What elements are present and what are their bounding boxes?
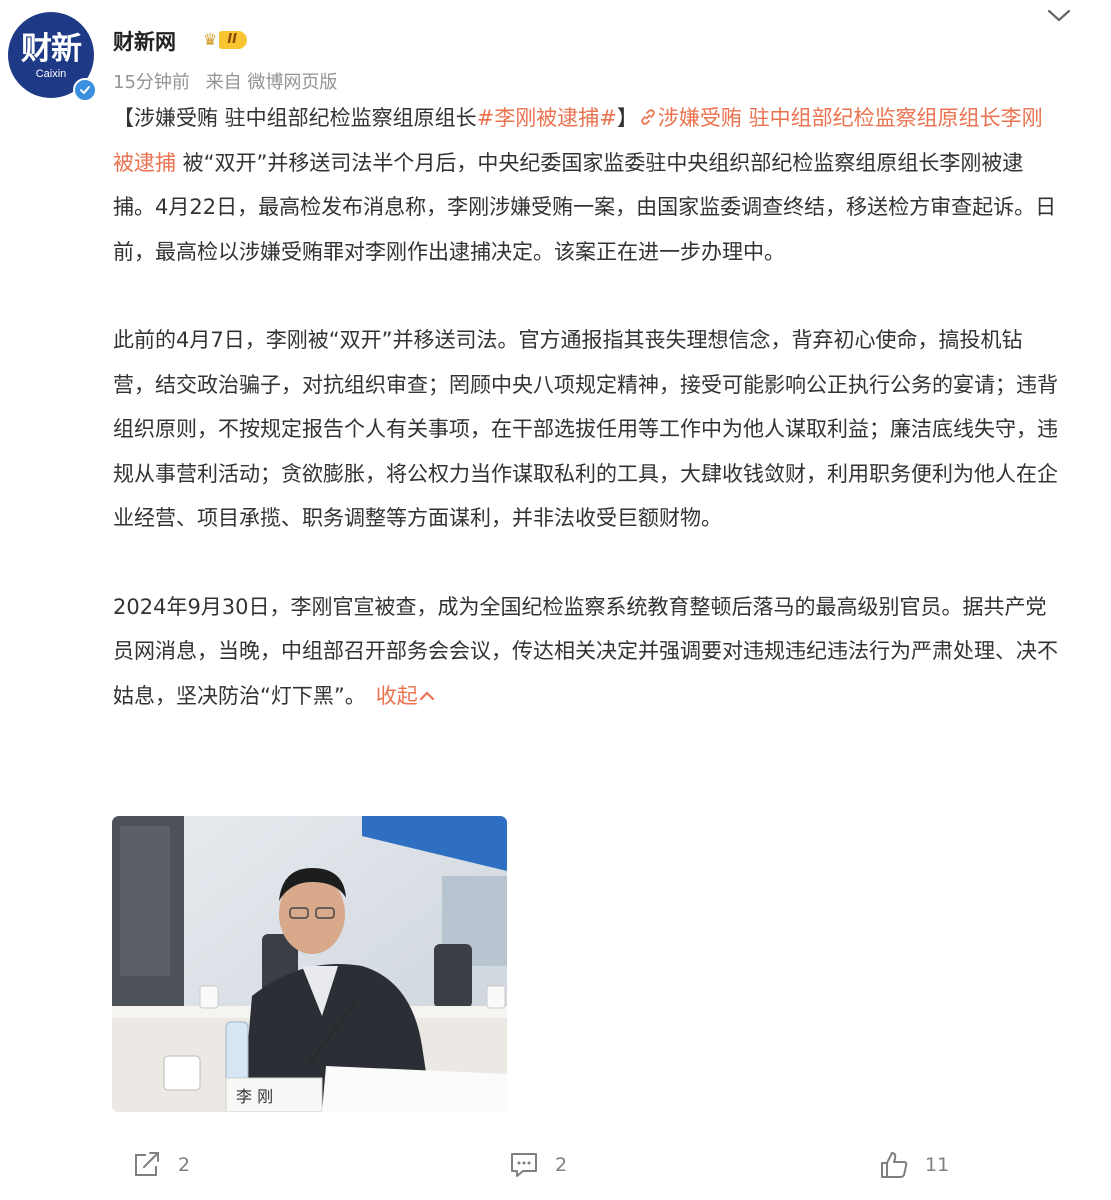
post-content: 【涉嫌受贿 驻中组部纪检监察组原组长#李刚被逮捕#】 涉嫌受贿 驻中组部纪检监察组… <box>113 96 1063 718</box>
verified-icon <box>73 78 97 102</box>
paragraph-1-body: 被“双开”并移送司法半个月后，中央纪委国家监委驻中央组织部纪检监察组原组长李刚被… <box>113 150 1057 264</box>
link-icon <box>641 109 655 125</box>
action-bar: 2 2 11 <box>0 1140 1111 1190</box>
post-paragraph-1: 【涉嫌受贿 驻中组部纪检监察组原组长#李刚被逮捕#】 涉嫌受贿 驻中组部纪检监察组… <box>113 96 1063 274</box>
photo-nameplate: 李 刚 <box>236 1087 274 1106</box>
avatar-logo-text: 财新 <box>21 31 82 67</box>
post-time[interactable]: 15分钟前 <box>113 72 190 93</box>
post-paragraph-2: 此前的4月7日，李刚被“双开”并移送司法。官方通报指其丧失理想信念，背弃初心使命… <box>113 328 1058 530</box>
post-meta: 15分钟前 来自 微博网页版 <box>113 68 347 94</box>
chevron-down-icon <box>1047 9 1071 22</box>
collapse-label: 收起 <box>375 683 418 708</box>
post-photo[interactable]: 李 刚 <box>112 816 507 1112</box>
avatar-logo-subtext: Caixin <box>35 68 67 80</box>
collapse-button[interactable]: 收起 <box>376 684 436 708</box>
member-level: II <box>219 31 248 49</box>
share-icon <box>135 1152 159 1176</box>
post-paragraph-3: 2024年9月30日，李刚官宣被查，成为全国纪检监察系统教育整顿后落马的最高级别… <box>113 585 1063 719</box>
member-badge[interactable]: ♛ II <box>203 30 269 50</box>
headline-close: 】 <box>616 106 638 130</box>
share-button[interactable]: 2 <box>132 1150 190 1180</box>
crown-icon: ♛ <box>203 30 218 49</box>
comment-icon <box>511 1153 537 1177</box>
paragraph-3-body: 2024年9月30日，李刚官宣被查，成为全国纪检监察系统教育整顿后落马的最高级别… <box>113 594 1058 708</box>
thumbs-up-icon <box>881 1152 908 1178</box>
headline-text: 【涉嫌受贿 驻中组部纪检监察组原组长 <box>113 106 477 130</box>
chevron-up-icon <box>419 691 434 700</box>
hashtag-link[interactable]: #李刚被逮捕# <box>477 106 617 130</box>
comment-button[interactable]: 2 <box>509 1150 567 1180</box>
author-name[interactable]: 财新网 <box>113 26 176 56</box>
comment-count: 2 <box>555 1154 568 1176</box>
photo-illustration <box>112 816 507 1112</box>
share-count: 2 <box>178 1154 191 1176</box>
like-button[interactable]: 11 <box>879 1150 949 1180</box>
like-count: 11 <box>925 1154 950 1176</box>
post-source: 来自 微博网页版 <box>205 72 338 93</box>
more-menu-button[interactable] <box>1045 6 1073 26</box>
